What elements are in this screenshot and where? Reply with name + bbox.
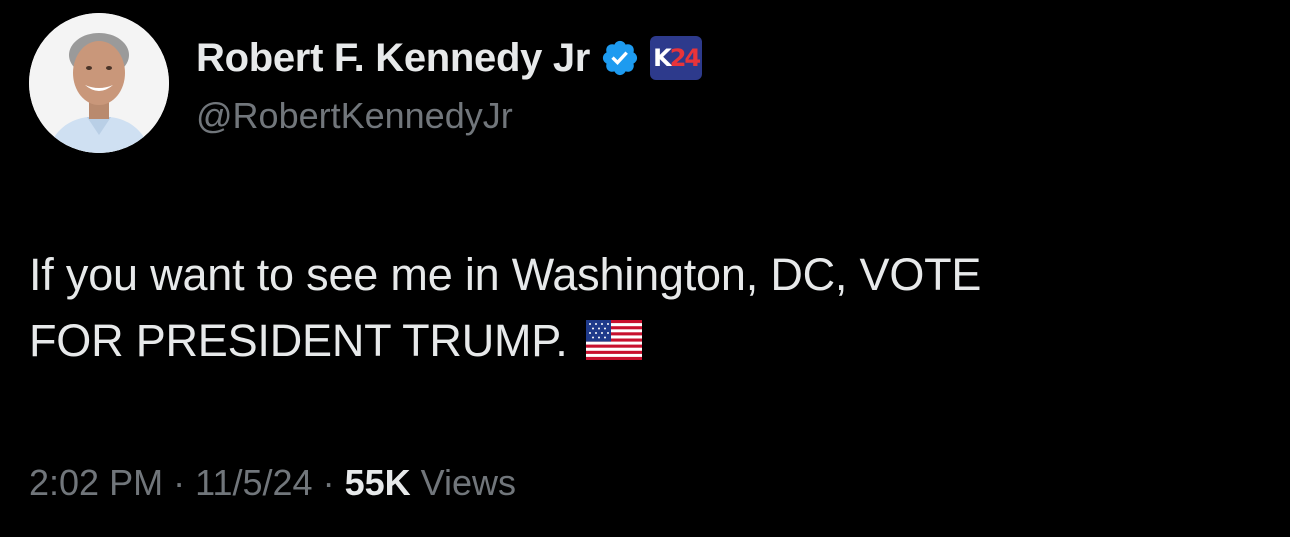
tweet-text: If you want to see me in Washington, DC,… [29,242,1249,374]
avatar[interactable] [29,13,169,153]
tweet-text-line-2-wrapper: FOR PRESIDENT TRUMP. [29,308,1249,374]
author-name-row: Robert F. Kennedy Jr K 24 [196,34,703,82]
views-count[interactable]: 55K [345,462,411,503]
meta-separator: · [322,462,335,503]
views-label: Views [420,462,517,503]
display-name[interactable]: Robert F. Kennedy Jr [196,36,590,81]
tweet-card: Robert F. Kennedy Jr K 24 @RobertKennedyJ… [0,0,1290,537]
author-handle[interactable]: @RobertKennedyJr [196,95,513,137]
meta-separator: · [173,462,186,503]
tweet-meta: 2:02 PM · 11/5/24 · 55K Views [29,462,516,504]
affiliate-badge-prefix: K [653,44,672,72]
avatar-photo [29,13,169,153]
tweet-text-line-2: FOR PRESIDENT TRUMP. [29,315,568,366]
us-flag-icon [585,320,642,361]
tweet-date[interactable]: 11/5/24 [195,462,312,503]
affiliate-badge[interactable]: K 24 [650,36,703,80]
verified-badge-icon[interactable] [600,38,640,78]
tweet-text-line-1: If you want to see me in Washington, DC,… [29,249,982,300]
tweet-time[interactable]: 2:02 PM [29,462,163,503]
affiliate-badge-suffix: 24 [669,44,701,72]
